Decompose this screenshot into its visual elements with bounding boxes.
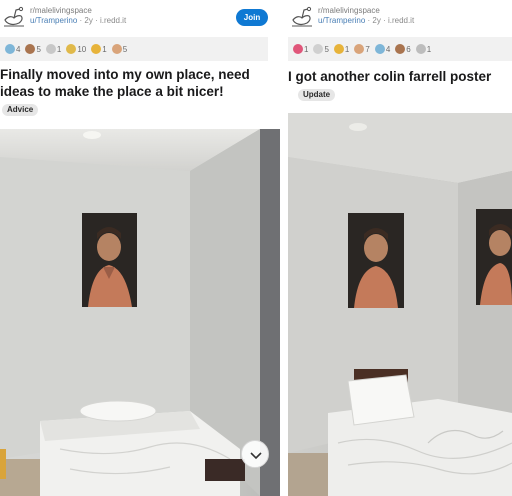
eyes-award-icon [45,44,56,54]
award-item[interactable]: 4 [5,44,20,54]
gold-award-icon [91,44,102,54]
post-card-right: r/malelivingspace u/Tramperino · 2y · i.… [288,0,512,496]
award-item[interactable]: 1 [293,44,308,54]
colin-farrell-poster-second [476,209,512,305]
award-count: 5 [324,44,329,54]
award-count: 6 [406,44,411,54]
award-count: 1 [426,44,432,54]
award-count: 1 [102,44,107,54]
post-meta: r/malelivingspace u/Tramperino · 2y · i.… [30,6,126,26]
author-name[interactable]: u/Tramperino [318,16,365,25]
awards-bar[interactable]: 4 5 1 10 1 5 [0,37,268,61]
subreddit-icon[interactable] [2,6,26,28]
award-count: 10 [77,44,87,54]
chevron-down-icon[interactable] [241,440,269,468]
author-name[interactable]: u/Tramperino [30,16,77,25]
award-item[interactable]: 5 [25,44,41,54]
award-item[interactable]: 1 [91,44,107,54]
post-title[interactable]: I got another colin farrell poster [288,68,512,85]
award-item[interactable]: 5 [111,44,128,54]
post-title[interactable]: Finally moved into my own place, need id… [0,66,270,100]
award-item[interactable]: 1 [333,44,350,54]
post-age-domain: · 2y · i.redd.it [77,16,127,25]
post-image[interactable] [288,113,512,496]
post-image[interactable] [0,129,280,496]
bear-award-icon [25,44,36,54]
author-line: u/Tramperino · 2y · i.redd.it [318,16,414,26]
helpful-award-icon [374,44,385,54]
post-flair[interactable]: Advice [2,104,39,116]
award-count: 1 [344,44,350,54]
author-line: u/Tramperino · 2y · i.redd.it [30,16,126,26]
award-count: 4 [385,44,391,54]
smile-award-icon [66,44,77,54]
award-count: 1 [304,44,309,54]
subreddit-name[interactable]: r/malelivingspace [30,6,126,16]
shocked-award-icon [354,44,365,54]
award-count: 4 [16,44,21,54]
award-count: 5 [122,44,128,54]
post-header: r/malelivingspace u/Tramperino · 2y · i.… [288,0,512,34]
award-item[interactable]: 1 [415,44,432,54]
heart-award-icon [293,44,303,54]
post-age-domain: · 2y · i.redd.it [365,16,415,25]
award-item[interactable]: 6 [395,44,411,54]
awards-bar[interactable]: 1 5 1 7 4 6 1 [288,37,512,61]
award-item[interactable]: 1 [45,44,62,54]
award-item[interactable]: 5 [313,44,329,54]
smile-award-icon [313,44,324,54]
comparison-screenshot: r/malelivingspace u/Tramperino · 2y · i.… [0,0,512,496]
wholesome-award-icon [415,44,426,54]
join-button[interactable]: Join [236,9,268,26]
panel-divider [280,0,288,496]
post-meta: r/malelivingspace u/Tramperino · 2y · i.… [318,6,414,26]
award-count: 1 [56,44,62,54]
colin-farrell-poster [82,213,137,307]
post-header: r/malelivingspace u/Tramperino · 2y · i.… [0,0,280,34]
award-count: 5 [36,44,41,54]
colin-farrell-poster [348,213,404,308]
award-item[interactable]: 10 [66,44,86,54]
award-count: 7 [365,44,370,54]
award-item[interactable]: 4 [374,44,391,54]
gold-award-icon [333,44,344,54]
award-item[interactable]: 7 [354,44,370,54]
bear-award-icon [395,44,406,54]
post-flair[interactable]: Update [298,89,336,101]
post-card-left: r/malelivingspace u/Tramperino · 2y · i.… [0,0,280,496]
shocked-award-icon [111,44,122,54]
subreddit-icon[interactable] [290,6,314,28]
helpful-award-icon [5,44,15,54]
subreddit-name[interactable]: r/malelivingspace [318,6,414,16]
